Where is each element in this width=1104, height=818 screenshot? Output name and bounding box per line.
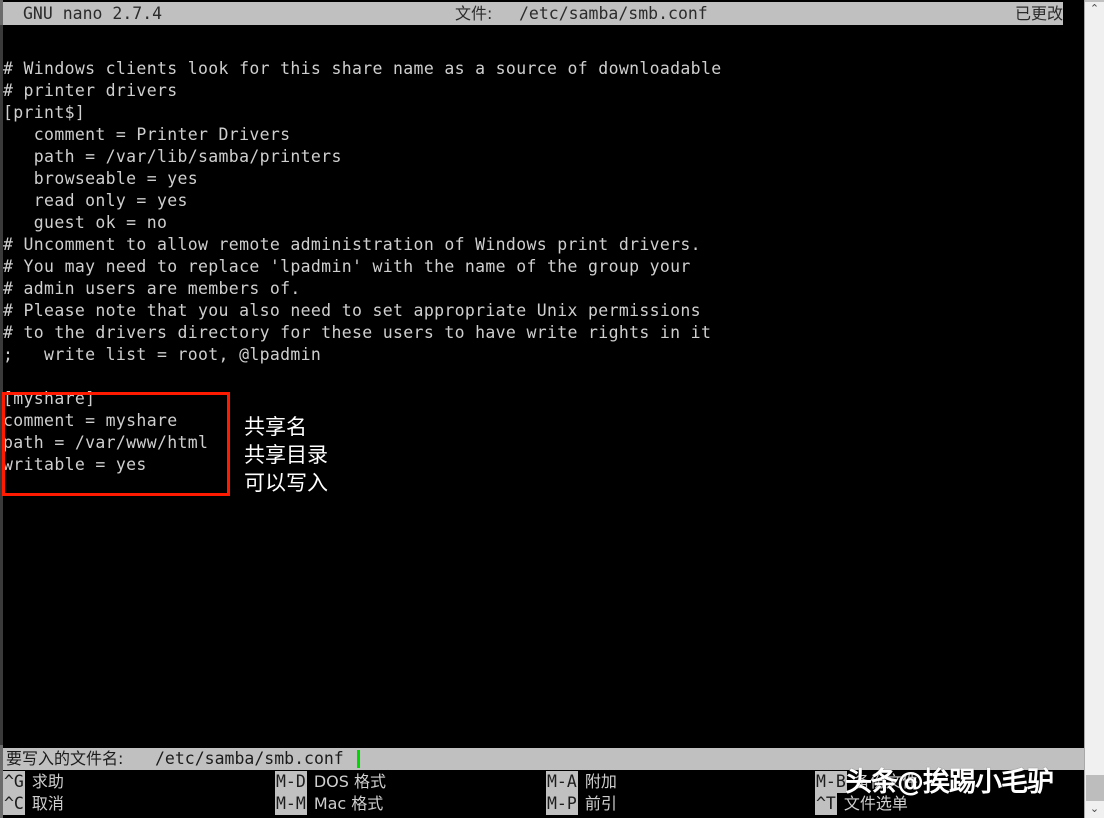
annotation-label: 共享名 — [244, 415, 307, 439]
shortcut-key: M-D — [275, 771, 307, 793]
shortcut-label: 附加 — [584, 772, 617, 791]
shortcut-entry[interactable]: M-A 附加 — [546, 771, 617, 793]
shortcut-key: ^G — [3, 771, 25, 793]
editor-line: writable = yes — [3, 455, 147, 474]
editor-line: # Windows clients look for this share na… — [3, 59, 722, 78]
scroll-down-icon[interactable]: ⌄ — [1085, 800, 1104, 818]
editor-line: comment = myshare — [3, 411, 178, 430]
file-path: /etc/samba/smb.conf — [519, 4, 708, 23]
annotation-label: 共享目录 — [244, 443, 328, 467]
titlebar: GNU nano 2.7.4 文件: /etc/samba/smb.conf 已… — [3, 2, 1063, 25]
scrollbar-thumb[interactable] — [1086, 775, 1104, 801]
nano-editor-window: GNU nano 2.7.4 文件: /etc/samba/smb.conf 已… — [0, 0, 1104, 818]
save-filename-input[interactable]: /etc/samba/smb.conf — [155, 748, 344, 770]
editor-line: # You may need to replace 'lpadmin' with… — [3, 257, 691, 276]
editor-line: read only = yes — [3, 191, 188, 210]
editor-line: [print$] — [3, 103, 86, 122]
shortcut-label: DOS 格式 — [313, 772, 386, 791]
editor-line: path = /var/www/html — [3, 433, 209, 452]
shortcut-label: Mac 格式 — [313, 794, 384, 813]
editor-line: # Uncomment to allow remote administrati… — [3, 235, 701, 254]
editor-line: browseable = yes — [3, 169, 199, 188]
window-scrollbar[interactable]: ⌃ ⌄ — [1084, 0, 1104, 818]
editor-line: [myshare] — [3, 389, 96, 408]
shortcut-key: ^C — [3, 793, 25, 815]
shortcut-label: 取消 — [31, 794, 64, 813]
shortcut-label: 前引 — [584, 794, 617, 813]
text-cursor — [357, 750, 360, 768]
editor-line: guest ok = no — [3, 213, 168, 232]
editor-line: # Please note that you also need to set … — [3, 301, 701, 320]
shortcut-key: M-B — [815, 771, 847, 793]
scroll-up-icon[interactable]: ⌃ — [1085, 0, 1104, 18]
shortcut-entry[interactable]: M-D DOS 格式 — [275, 771, 386, 793]
watermark-text: 头条@挨踢小毛驴 — [845, 767, 1054, 798]
editor-line: comment = Printer Drivers — [3, 125, 291, 144]
modified-indicator: 已更改 — [1014, 4, 1063, 23]
shortcut-entry[interactable]: M-M Mac 格式 — [275, 793, 383, 815]
shortcut-label: 求助 — [31, 772, 64, 791]
annotation-label: 可以写入 — [244, 471, 328, 495]
editor-line: # to the drivers directory for these use… — [3, 323, 712, 342]
shortcut-key: M-P — [546, 793, 578, 815]
annotation-labels: 共享名共享目录可以写入 — [244, 413, 328, 497]
editor-line: # printer drivers — [3, 81, 178, 100]
save-prompt-label: 要写入的文件名: — [6, 749, 124, 768]
shortcut-key: ^T — [815, 793, 837, 815]
editor-line: ; write list = root, @lpadmin — [3, 345, 322, 364]
shortcut-entry[interactable]: ^C 取消 — [3, 793, 64, 815]
shortcut-key: M-M — [275, 793, 307, 815]
shortcut-key: M-A — [546, 771, 578, 793]
shortcut-entry[interactable]: ^G 求助 — [3, 771, 64, 793]
editor-line: path = /var/lib/samba/printers — [3, 147, 342, 166]
editor-text-area[interactable]: # Windows clients look for this share na… — [3, 58, 1083, 476]
file-label: 文件: — [455, 4, 493, 23]
nano-version-label: GNU nano 2.7.4 — [23, 4, 163, 23]
shortcut-entry[interactable]: M-P 前引 — [546, 793, 617, 815]
editor-line: # admin users are members of. — [3, 279, 301, 298]
